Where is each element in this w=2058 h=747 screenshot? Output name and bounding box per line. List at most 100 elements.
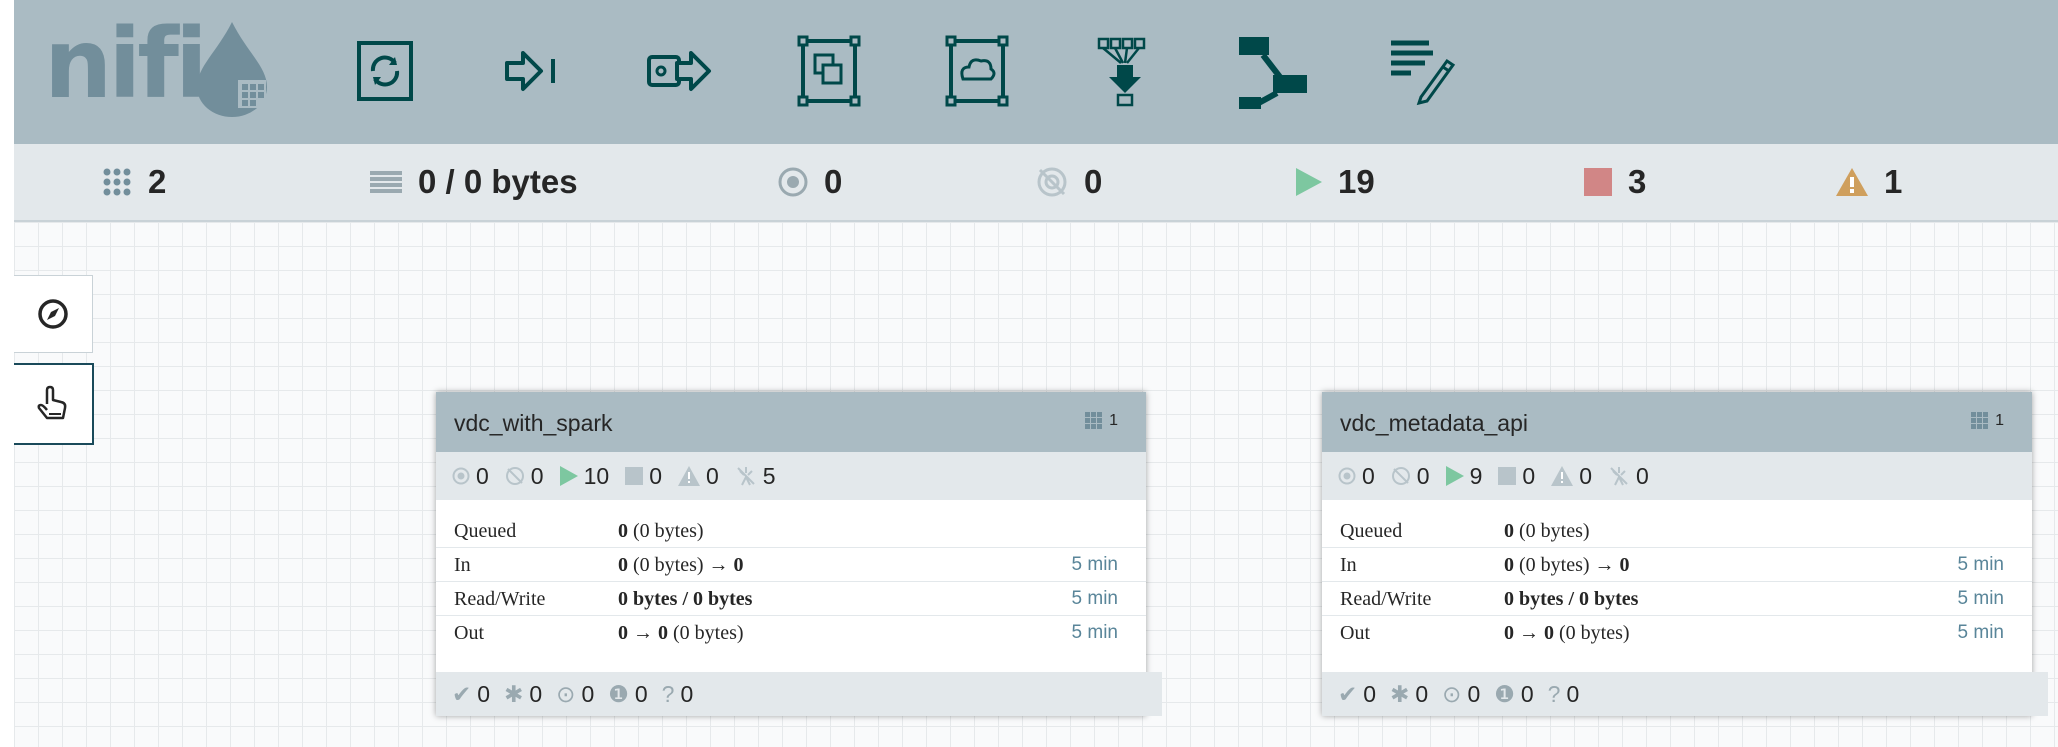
queued-status: 0 / 0 bytes xyxy=(370,144,578,220)
read-write-row: Read/Write 0 bytes / 0 bytes 5 min xyxy=(436,582,1146,616)
running-count: 19 xyxy=(1338,163,1375,200)
process-group[interactable]: vdc_metadata_api 1 0 0 9 0 0 0 Queued 0 … xyxy=(1322,392,2048,716)
not-transmitting-count: 0 xyxy=(1416,462,1430,489)
transmitting-count: 0 xyxy=(824,163,843,200)
in-label: In xyxy=(1340,554,1357,576)
disabled-icon xyxy=(1610,467,1628,486)
in-row: In 0 (0 bytes) → 0 5 min xyxy=(1322,548,2032,582)
read-write-value: 0 bytes / 0 bytes xyxy=(618,588,753,610)
transmitting-count: 0 xyxy=(1362,462,1375,489)
question-icon: ? xyxy=(661,680,675,707)
queued-bytes: (0 bytes) xyxy=(633,520,704,542)
add-output-port-button[interactable] xyxy=(636,28,726,114)
hand-pointer-icon xyxy=(37,385,67,420)
queued-count: 0 xyxy=(618,520,628,542)
add-input-port-button[interactable] xyxy=(488,28,578,114)
queued-count: 0 xyxy=(1504,520,1514,542)
running-icon xyxy=(559,466,578,486)
compass-icon xyxy=(38,299,68,329)
running-count: 9 xyxy=(1469,462,1483,489)
up-to-date-status: ✔ 0 xyxy=(452,681,490,708)
question-icon: ? xyxy=(1547,680,1561,707)
stopped-count: 3 xyxy=(1628,163,1647,200)
transmitting-icon xyxy=(1338,467,1356,485)
add-remote-process-group-button[interactable] xyxy=(932,28,1022,114)
output-port-icon xyxy=(647,51,711,91)
component-count: 1 xyxy=(1109,412,1118,429)
up-to-date-count: 0 xyxy=(477,680,491,707)
unknown-status: ? 0 xyxy=(662,681,694,708)
error-count: 0 xyxy=(1520,680,1534,707)
in-label: In xyxy=(454,554,471,576)
queued-value: 0 (0 bytes) xyxy=(1504,520,1590,543)
arrow-icon: → xyxy=(708,554,729,576)
not-transmitting-icon xyxy=(505,467,524,485)
queued-value: 0 / 0 bytes xyxy=(418,163,578,200)
grid-icon xyxy=(1085,412,1103,429)
out-row: Out 0 → 0 (0 bytes) 5 min xyxy=(1322,616,2032,649)
flow-status-bar: 2 0 / 0 bytes 0 0 19 3 1 xyxy=(14,144,2058,222)
process-group-version-count: 1 xyxy=(1971,412,2004,430)
running-icon xyxy=(1296,168,1322,196)
queued-row: Queued 0 (0 bytes) xyxy=(1322,514,2032,548)
stopped-count: 0 xyxy=(1522,462,1536,489)
label-icon xyxy=(1391,40,1456,106)
transmitting-count: 0 xyxy=(476,462,489,489)
in-count: 0 xyxy=(618,554,628,576)
stat-not-transmitting: 0 xyxy=(1391,463,1430,490)
transmitting-status: 0 xyxy=(778,144,842,220)
locally-modified-count: 0 xyxy=(1415,680,1429,707)
add-template-button[interactable] xyxy=(1228,28,1318,114)
disabled-icon xyxy=(737,467,755,486)
invalid-count: 1 xyxy=(1884,163,1903,200)
arrow-icon: → xyxy=(1519,622,1539,644)
grid-icon xyxy=(103,168,131,196)
exclamation-circle-icon: ❶ xyxy=(1494,680,1515,707)
operate-button[interactable] xyxy=(14,363,94,445)
add-processor-button[interactable] xyxy=(340,28,430,114)
stat-disabled: 0 xyxy=(1608,463,1649,490)
stopped-icon xyxy=(1498,467,1517,485)
process-group[interactable]: vdc_with_spark 1 0 0 1 0 0 0 5 Queued 0 (… xyxy=(436,392,1162,716)
add-process-group-button[interactable] xyxy=(784,28,874,114)
stat-running: 9 xyxy=(1445,462,1483,490)
warning-icon xyxy=(677,466,700,486)
error-status: ❶0 xyxy=(1494,681,1533,708)
stat-transmitting: 0 xyxy=(1338,463,1375,490)
process-group-icon xyxy=(797,35,861,107)
out-bytes: (0 bytes) xyxy=(1559,622,1630,644)
process-group-header[interactable]: vdc_metadata_api 1 xyxy=(1322,392,2032,452)
queued-label: Queued xyxy=(454,520,517,542)
arrow-circle-up-icon: ⊙ xyxy=(1442,680,1462,707)
process-group-version-footer: ✔ 0 ✱ 0 ⊙ 0 ❶0 ? 0 xyxy=(1322,672,2048,716)
invalid-status: 1 xyxy=(1836,144,1902,220)
running-icon xyxy=(1445,466,1464,486)
process-group-header[interactable]: vdc_with_spark 1 xyxy=(436,392,1146,452)
add-funnel-button[interactable] xyxy=(1080,28,1170,114)
out-count: 0 xyxy=(658,622,668,644)
read-write-value: 0 bytes / 0 bytes xyxy=(1504,588,1639,610)
navigate-button[interactable] xyxy=(14,275,93,353)
not-transmitting-count: 0 xyxy=(1084,163,1103,200)
process-group-name[interactable]: vdc_with_spark xyxy=(454,410,613,437)
in-time: 5 min xyxy=(1071,554,1118,575)
stopped-icon xyxy=(1584,168,1612,196)
locally-modified-count: 0 xyxy=(529,680,543,707)
template-icon xyxy=(1239,37,1307,109)
funnel-icon xyxy=(1097,37,1146,107)
read-write-label: Read/Write xyxy=(1340,588,1432,610)
process-group-name[interactable]: vdc_metadata_api xyxy=(1340,410,1528,437)
add-label-button[interactable] xyxy=(1376,28,1466,114)
stopped-icon xyxy=(625,467,644,485)
stat-disabled: 5 xyxy=(735,463,776,490)
not-transmitting-status: 0 xyxy=(1036,144,1102,220)
up-to-date-status: ✔ 0 xyxy=(1338,681,1376,708)
stale-status: ⊙ 0 xyxy=(556,681,594,708)
stale-count: 0 xyxy=(581,680,595,707)
stopped-status: 3 xyxy=(1584,144,1646,220)
warning-icon xyxy=(1551,466,1574,486)
stat-stopped: 0 xyxy=(625,463,662,490)
read-write-time: 5 min xyxy=(1071,588,1118,609)
arrow-icon: → xyxy=(633,622,653,644)
out-value: 0 → 0 (0 bytes) xyxy=(1504,622,1630,645)
